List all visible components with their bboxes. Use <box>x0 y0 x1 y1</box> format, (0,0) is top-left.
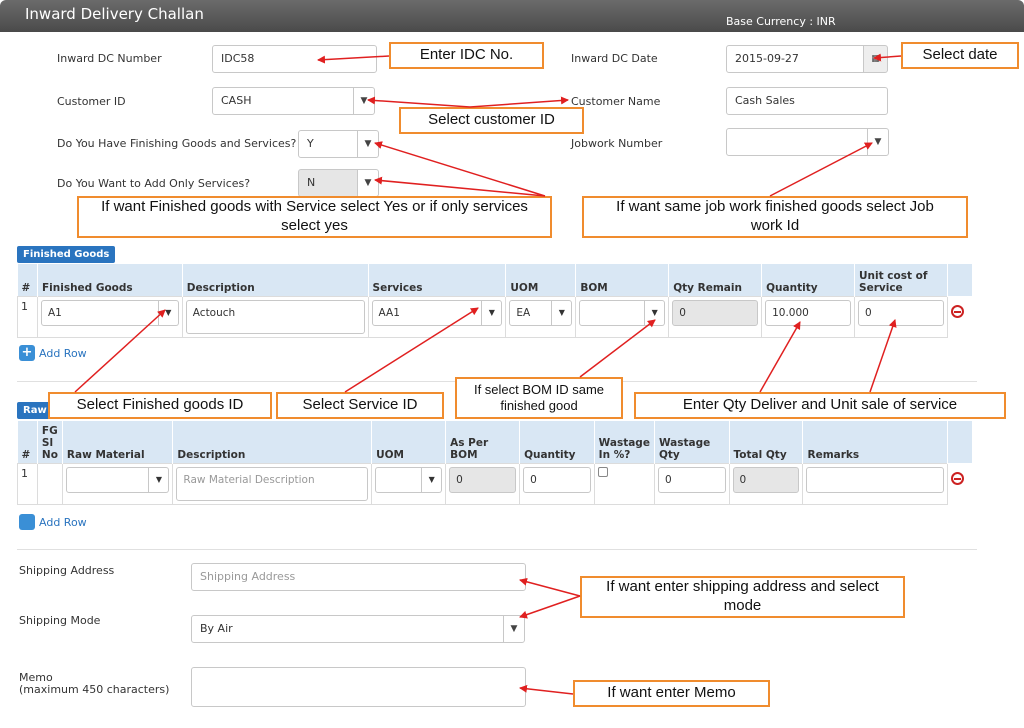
arrow <box>519 684 574 695</box>
arrow <box>869 319 897 393</box>
arrow <box>519 577 581 597</box>
arrow <box>579 319 656 378</box>
arrow <box>344 307 479 393</box>
arrow <box>367 96 471 108</box>
arrow <box>759 321 801 393</box>
arrow <box>469 96 569 108</box>
arrow <box>519 595 581 619</box>
arrow <box>769 142 873 197</box>
annotation-arrows <box>74 53 902 695</box>
arrow <box>74 309 166 393</box>
arrow <box>873 53 902 62</box>
arrow <box>317 55 390 64</box>
